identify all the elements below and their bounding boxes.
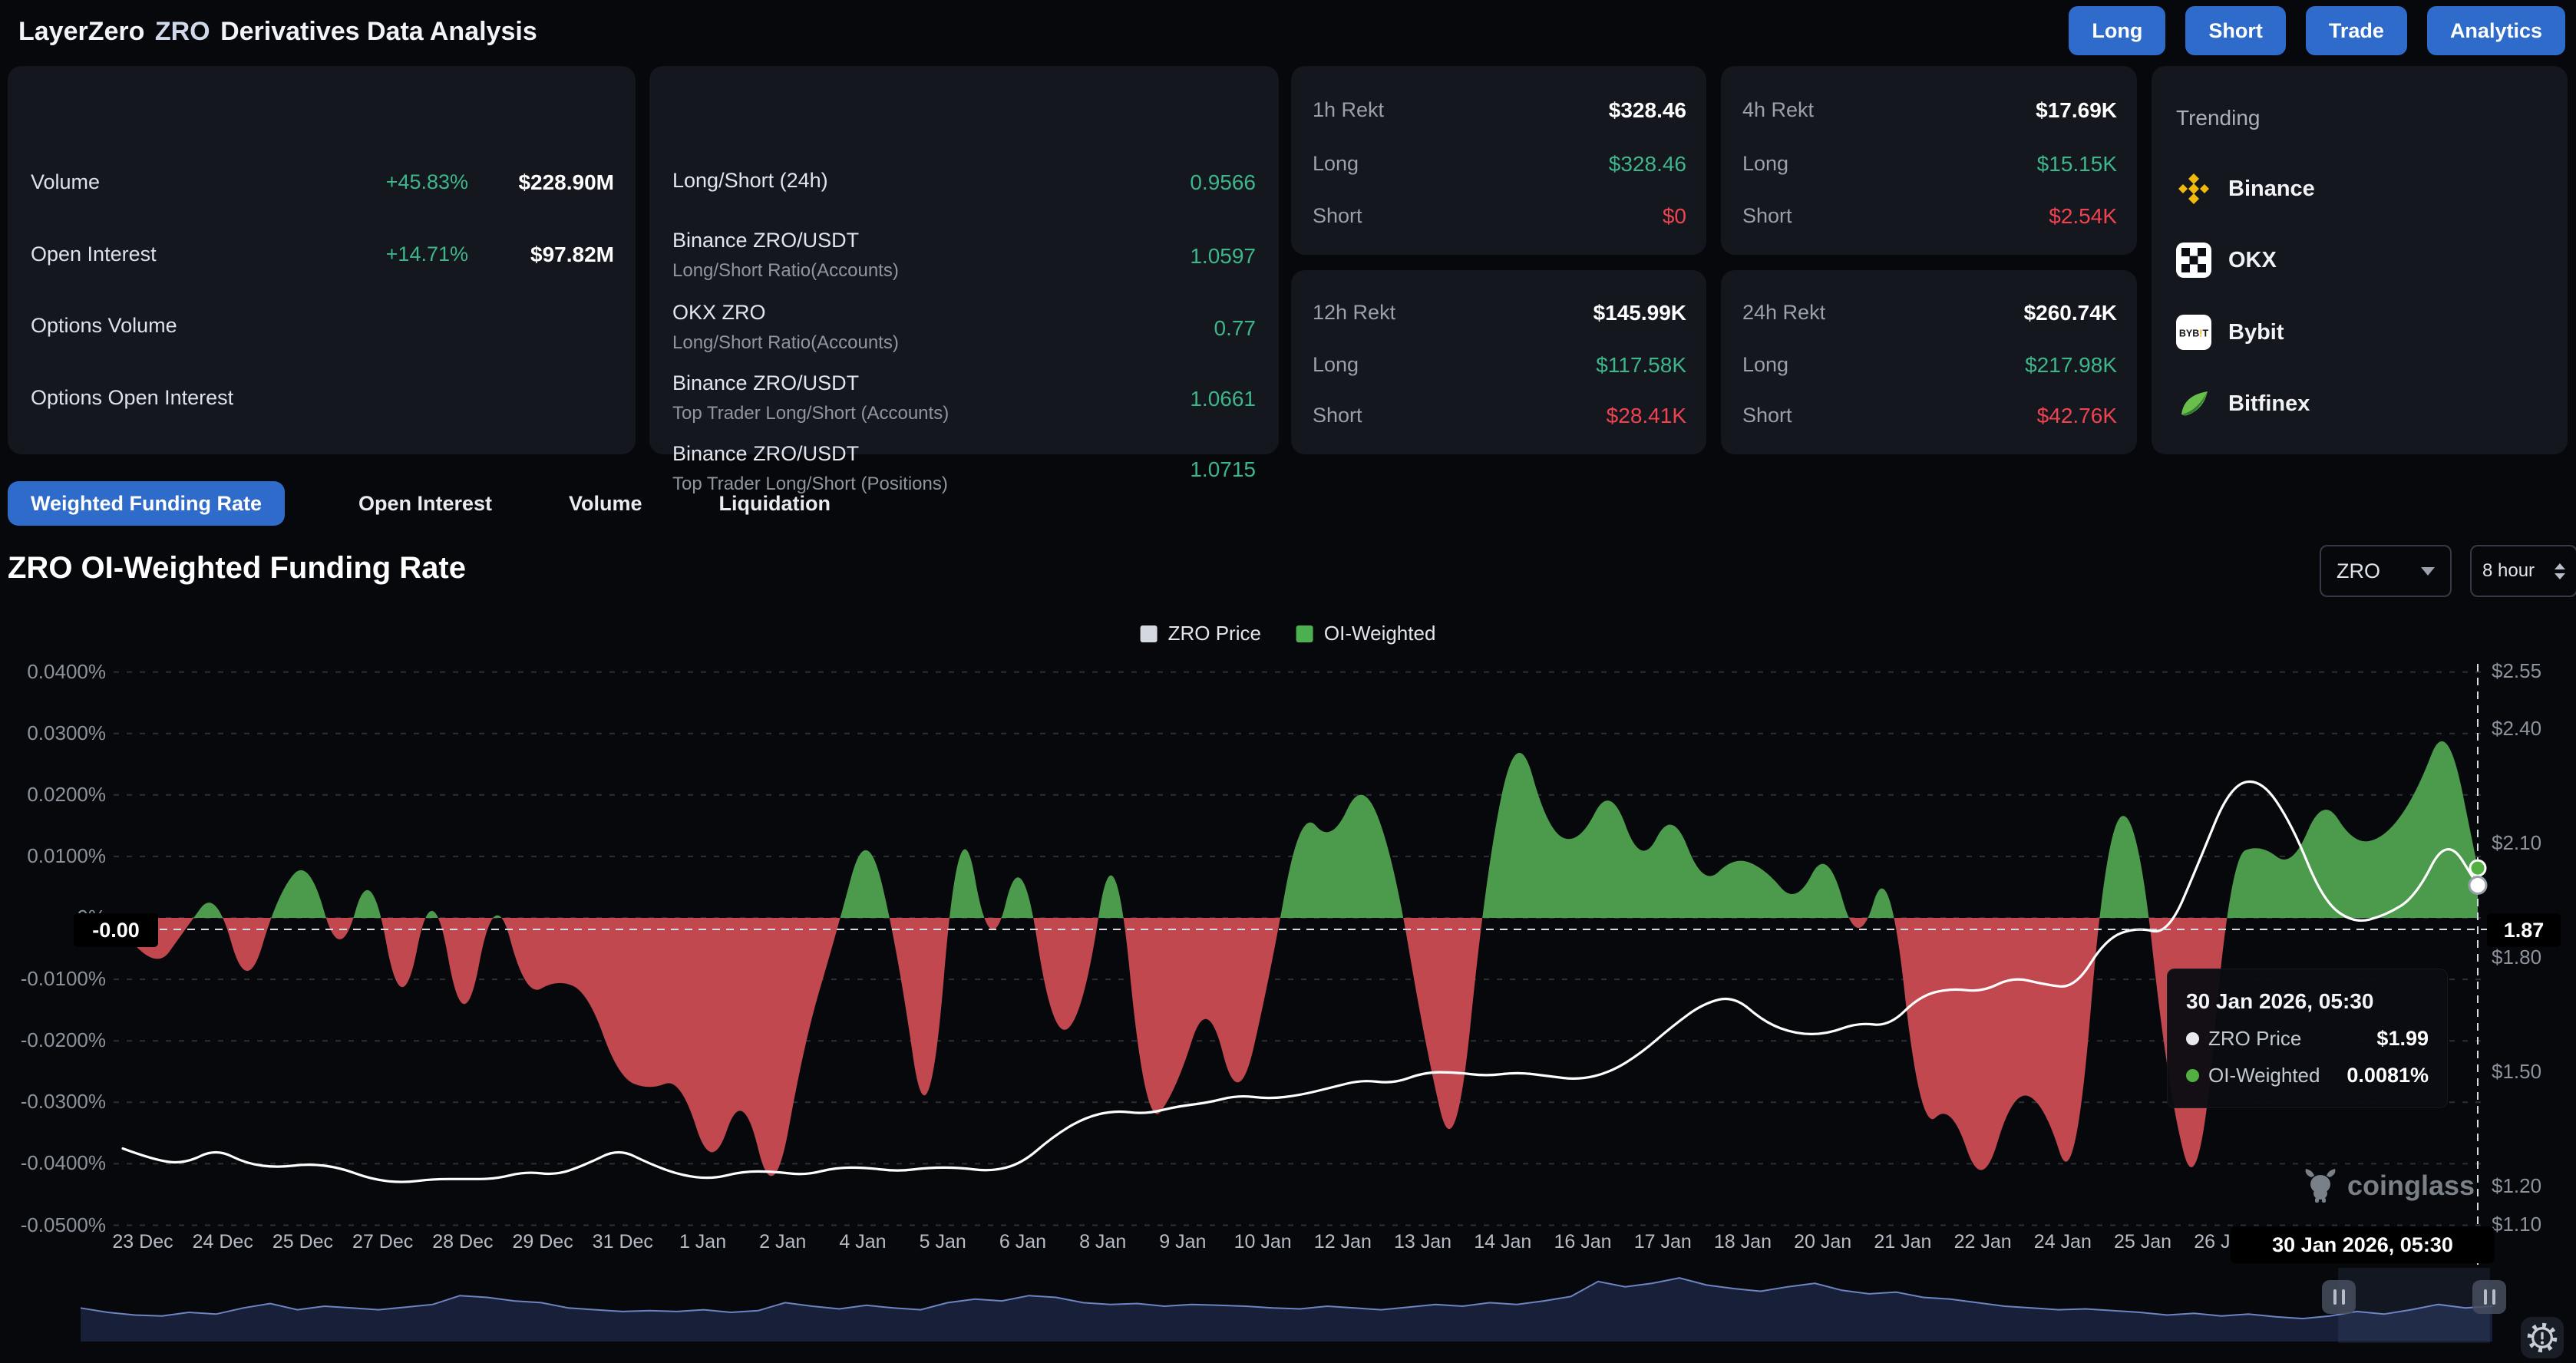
y-axis-tick-right: $2.40: [2492, 717, 2573, 741]
y-axis-tick-right: $1.10: [2492, 1213, 2573, 1236]
gear-icon: [2525, 1320, 2560, 1355]
y-axis-tick-left: -0.0300%: [6, 1090, 106, 1114]
y-axis-tick-right: $1.20: [2492, 1174, 2573, 1198]
funding-rate-chart[interactable]: [0, 0, 2576, 1363]
coinglass-watermark: coinglass: [2303, 1168, 2475, 1203]
oi-weighted-dot-icon: [2186, 1069, 2199, 1082]
tooltip-label: ZRO Price: [2208, 1027, 2301, 1051]
y-axis-tick-left: 0.0100%: [6, 844, 106, 868]
tooltip-row: OI-Weighted 0.0081%: [2186, 1064, 2429, 1087]
chart-tooltip: 30 Jan 2026, 05:30 ZRO Price $1.99 OI-We…: [2167, 969, 2448, 1108]
y-axis-tick-left: -0.0200%: [6, 1028, 106, 1052]
y-axis-tick-right: $1.50: [2492, 1060, 2573, 1084]
tooltip-row: ZRO Price $1.99: [2186, 1027, 2429, 1051]
y-axis-tick-right: $2.10: [2492, 831, 2573, 855]
tooltip-title: 30 Jan 2026, 05:30: [2186, 989, 2429, 1014]
tooltip-value: $1.99: [2376, 1027, 2429, 1051]
crosshair-price-badge: 1.87: [2487, 913, 2561, 947]
y-axis-tick-left: 0.0300%: [6, 721, 106, 745]
crosshair-date-badge: 30 Jan 2026, 05:30: [2231, 1226, 2495, 1263]
coinglass-text: coinglass: [2347, 1170, 2475, 1202]
navigator-handle-right[interactable]: [2472, 1280, 2506, 1314]
y-axis-tick-right: $2.55: [2492, 659, 2573, 683]
y-axis-tick-left: -0.0500%: [6, 1213, 106, 1237]
tooltip-label: OI-Weighted: [2208, 1064, 2320, 1087]
tooltip-value: 0.0081%: [2346, 1064, 2429, 1087]
y-axis-tick-left: 0.0200%: [6, 783, 106, 807]
navigator-handle-left[interactable]: [2322, 1280, 2356, 1314]
zro-price-dot-icon: [2186, 1032, 2199, 1045]
dashboard: LayerZero ZRO Derivatives Data Analysis …: [0, 0, 2576, 1363]
crosshair-funding-badge: -0.00: [74, 913, 158, 947]
y-axis-tick-left: 0.0400%: [6, 660, 106, 684]
y-axis-tick-left: -0.0100%: [6, 967, 106, 991]
y-axis-tick-left: -0.0400%: [6, 1151, 106, 1175]
y-axis-tick-right: $1.80: [2492, 946, 2573, 969]
coinglass-bull-icon: [2303, 1168, 2338, 1203]
chart-settings-button[interactable]: [2521, 1317, 2564, 1358]
